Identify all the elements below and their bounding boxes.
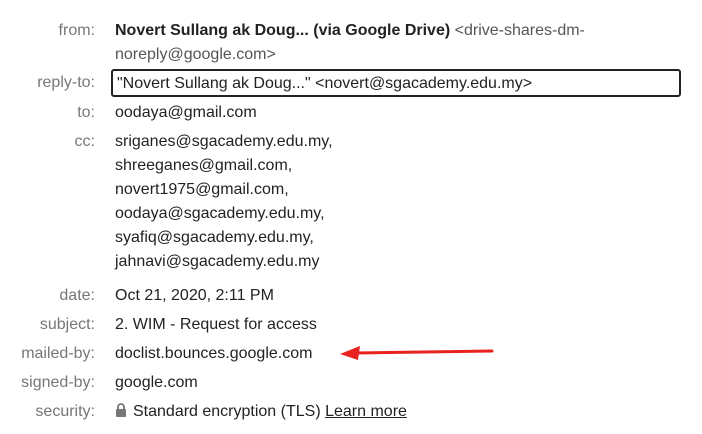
sender-name: Novert Sullang ak Doug... (via Google Dr… [115, 22, 451, 39]
reply-to-label: reply-to: [37, 74, 95, 91]
annotation-arrow-icon [340, 346, 494, 360]
from-value: Novert Sullang ak Doug... (via Google Dr… [115, 19, 585, 67]
subject-value: 2. WIM - Request for access [115, 316, 317, 333]
cc-label: cc: [74, 133, 95, 150]
reply-to-value: "Novert Sullang ak Doug..." <novert@sgac… [117, 75, 533, 92]
mailed-by-label: mailed-by: [21, 345, 95, 362]
cc-recipient: jahnavi@sgacademy.edu.my [115, 253, 320, 270]
security-label: security: [35, 403, 95, 420]
learn-more-link[interactable]: Learn more [325, 403, 407, 420]
lock-icon [115, 401, 127, 417]
mailed-by-value: doclist.bounces.google.com [115, 345, 313, 362]
cc-recipient: syafiq@sgacademy.edu.my, [115, 229, 314, 246]
sender-email-part1: <drive-shares-dm- [454, 22, 585, 39]
date-label: date: [59, 287, 95, 304]
security-text: Standard encryption (TLS) [133, 403, 321, 420]
sender-email-part2: noreply@google.com> [115, 46, 276, 63]
to-value: oodaya@gmail.com [115, 104, 257, 121]
cc-recipient: shreeganes@gmail.com, [115, 157, 293, 174]
reply-to-highlight-box: "Novert Sullang ak Doug..." <novert@sgac… [111, 69, 681, 97]
security-value: Standard encryption (TLS) Learn more [115, 400, 407, 424]
subject-label: subject: [39, 316, 95, 333]
cc-recipient: sriganes@sgacademy.edu.my, [115, 133, 333, 150]
cc-list: sriganes@sgacademy.edu.my, shreeganes@gm… [115, 130, 333, 274]
cc-recipient: oodaya@sgacademy.edu.my, [115, 205, 325, 222]
cc-recipient: novert1975@gmail.com, [115, 181, 289, 198]
signed-by-value: google.com [115, 374, 198, 391]
signed-by-label: signed-by: [21, 374, 95, 391]
to-label: to: [77, 104, 95, 121]
date-value: Oct 21, 2020, 2:11 PM [115, 287, 274, 304]
from-label: from: [58, 22, 95, 39]
